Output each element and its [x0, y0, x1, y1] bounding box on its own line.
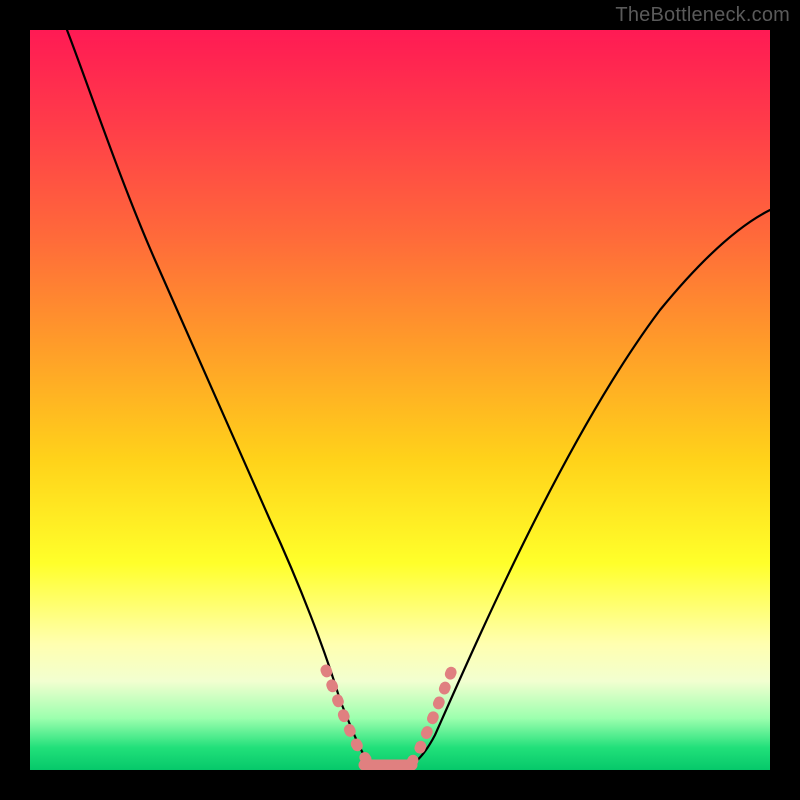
optimal-range-left	[326, 670, 368, 762]
watermark-text: TheBottleneck.com	[615, 4, 790, 27]
optimal-range-right	[412, 670, 452, 762]
curve-layer	[30, 30, 770, 770]
bottleneck-curve	[67, 30, 770, 770]
chart-container: TheBottleneck.com	[0, 0, 800, 800]
plot-area	[30, 30, 770, 770]
